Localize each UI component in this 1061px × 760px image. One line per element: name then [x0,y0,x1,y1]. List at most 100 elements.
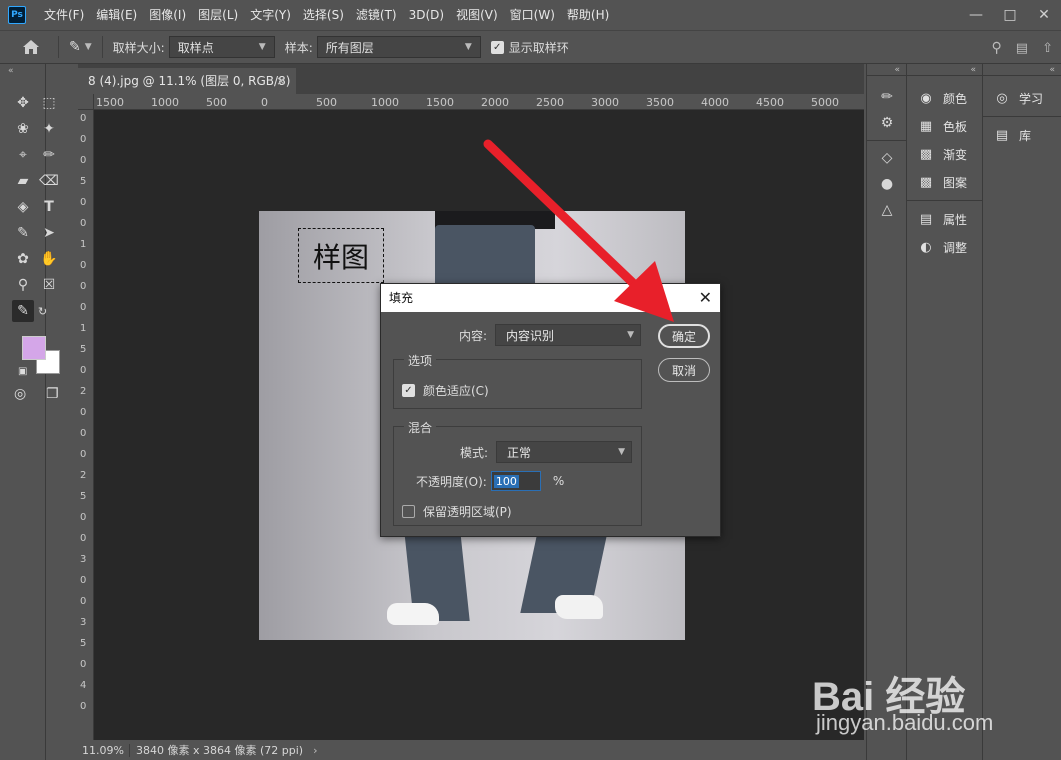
ruler-tick-label: 2 [80,386,87,397]
menu-type[interactable]: 文字(Y) [244,0,297,30]
marquee-tool-icon[interactable]: ⬚ [38,92,60,114]
chevron-down-icon: ▼ [464,42,472,52]
menu-view[interactable]: 视图(V) [450,0,504,30]
collapse-icon[interactable]: « [867,64,906,76]
gradient-icon: ▩ [919,146,933,162]
image-shoe-right [555,595,603,619]
cancel-button[interactable]: 取消 [658,358,710,382]
swap-colors-icon[interactable]: ↻ [38,300,60,322]
content-value: 内容识别 [506,328,555,343]
share-icon[interactable]: ⇧ [1042,41,1053,56]
pattern-icon: ▩ [919,174,933,190]
screen-mode-icon[interactable]: ❐ [46,386,59,402]
menu-filter[interactable]: 滤镜(T) [350,0,403,30]
shape-tool-icon[interactable]: ✿ [12,248,34,270]
sample-value: 所有图层 [325,40,374,55]
lasso-tool-icon[interactable]: ❀ [12,118,34,140]
collapse-icon[interactable]: « [0,64,45,78]
minimize-icon[interactable]: — [959,0,993,30]
document-tab[interactable]: 8 (4).jpg @ 11.1% (图层 0, RGB/8) * × [78,68,296,114]
zoom-level[interactable]: 11.09% [78,743,130,757]
sample-size-select[interactable]: 取样点 ▼ [168,36,275,58]
brush-tool-icon[interactable]: ✏ [38,144,60,166]
sliders-icon[interactable]: ⚙ [867,110,907,136]
brush-settings-icon[interactable]: ✏ [867,84,907,110]
menu-file[interactable]: 文件(F) [38,0,90,30]
close-window-icon[interactable]: ✕ [1027,0,1061,30]
quick-mask-icon[interactable]: ◎ [14,386,26,402]
layers-icon[interactable]: ◇ [867,145,907,171]
paint-bucket-tool-icon[interactable]: ◈ [12,196,34,218]
ruler-tick-label: 4000 [701,96,729,109]
close-tab-icon[interactable]: × [276,68,286,94]
maximize-icon[interactable]: □ [993,0,1027,30]
chevron-down-icon[interactable]: ▼ [85,42,92,52]
type-tool-icon[interactable]: T [38,196,60,218]
menu-edit[interactable]: 编辑(E) [90,0,143,30]
menu-layer[interactable]: 图层(L) [192,0,244,30]
panel-libraries[interactable]: ▤ 库 [983,121,1061,149]
frame-tool-icon[interactable]: ☒ [38,274,60,296]
move-tool-icon[interactable]: ✥ [12,92,34,114]
content-select[interactable]: 内容识别 ▼ [495,324,642,346]
eyedropper-tool-icon[interactable]: ✎ [69,39,81,55]
magic-wand-tool-icon[interactable]: ✦ [38,118,60,140]
chevron-right-icon[interactable]: › [313,744,317,757]
ruler-tick-label: 3500 [646,96,674,109]
ruler-tick-label: 0 [80,260,87,271]
sample-label: 样本: [284,40,313,55]
preserve-transparency-checkbox[interactable] [402,505,415,518]
show-ring-checkbox[interactable]: ✓ [490,40,504,54]
paths-icon[interactable]: △ [867,197,907,223]
mode-select[interactable]: 正常 ▼ [496,441,633,463]
panel-color[interactable]: ◉ 颜色 [907,84,982,112]
menu-image[interactable]: 图像(I) [143,0,192,30]
ok-button[interactable]: 确定 [658,324,710,348]
menu-3d[interactable]: 3D(D) [403,0,450,30]
channels-icon[interactable]: ● [867,171,907,197]
palette-icon: ◉ [920,90,932,106]
marquee-selection[interactable]: 样图 [298,228,384,283]
horizontal-ruler: 1500 1000 500 0 500 1000 1500 2000 2500 3000 3500 4… [94,94,864,110]
stamp-tool-icon[interactable]: ▰ [12,170,34,192]
content-label: 内容: [459,328,488,343]
eraser-tool-icon[interactable]: ⌫ [38,170,60,192]
pen-tool-icon[interactable]: ✎ [12,222,34,244]
panel-properties[interactable]: ▤ 属性 [907,205,982,233]
foreground-color-swatch[interactable] [22,336,46,360]
ruler-tick-label: 3000 [591,96,619,109]
sample-select[interactable]: 所有图层 ▼ [316,36,481,58]
collapse-icon[interactable]: « [983,64,1061,76]
panel-adjustments[interactable]: ◐ 调整 [907,233,982,261]
chevron-down-icon: ▼ [258,42,266,52]
panel-gradients[interactable]: ▩ 渐变 [907,140,982,168]
menu-help[interactable]: 帮助(H) [561,0,615,30]
ruler-tick-label: 4 [80,680,87,691]
panel-learn[interactable]: ◎ 学习 [983,84,1061,112]
opacity-input[interactable]: 100 [490,471,541,491]
ruler-tick-label: 0 [80,218,87,229]
opacity-label: 不透明度(O): [416,474,487,489]
lightbulb-icon: ◎ [996,90,1008,106]
panel-adjustments-label: 调整 [943,240,968,255]
color-adapt-checkbox[interactable]: ✓ [402,384,415,397]
workspace-icon[interactable]: ▤ [1016,41,1028,56]
menu-window[interactable]: 窗口(W) [504,0,561,30]
zoom-tool-icon[interactable]: ⚲ [12,274,34,296]
panel-properties-label: 属性 [943,212,968,227]
path-select-tool-icon[interactable]: ➤ [38,222,60,244]
eyedropper-tool-icon[interactable]: ✎ [12,300,34,322]
crop-tool-icon[interactable]: ⌖ [12,144,34,166]
menu-select[interactable]: 选择(S) [297,0,350,30]
ruler-tick-label: 1500 [426,96,454,109]
hand-tool-icon[interactable]: ✋ [38,248,60,270]
panel-swatches[interactable]: ▦ 色板 [907,112,982,140]
panel-patterns[interactable]: ▩ 图案 [907,168,982,196]
collapse-icon[interactable]: « [907,64,982,76]
home-icon[interactable] [14,30,48,64]
default-colors-icon[interactable]: ▣ [18,366,27,377]
options-bar: ✎ ▼ 取样大小: 取样点 ▼ 样本: 所有图层 ▼ ✓ 显示取样环 ⚲ ▤ ⇧ [0,30,1061,64]
search-icon[interactable]: ⚲ [992,40,1002,56]
options-group-title: 选项 [404,352,437,369]
close-icon[interactable]: ✕ [699,284,712,312]
